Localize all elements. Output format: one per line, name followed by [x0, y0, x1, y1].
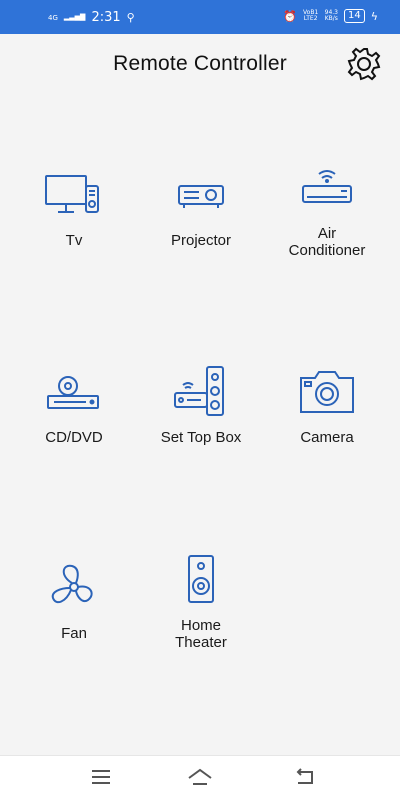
device-tile-home-theater[interactable]: Home Theater [136, 552, 266, 672]
device-label: Tv [65, 232, 83, 249]
device-tile-fan[interactable]: Fan [9, 560, 139, 680]
device-tile-set-top-box[interactable]: Set Top Box [136, 364, 266, 484]
device-grid: Tv Projector Air Conditioner CD/DVD Set … [0, 0, 400, 760]
projector-icon [178, 185, 224, 208]
home-icon[interactable] [187, 766, 213, 788]
back-icon[interactable] [292, 766, 318, 788]
device-tile-air-conditioner[interactable]: Air Conditioner [262, 162, 392, 282]
tv-icon [45, 175, 99, 213]
menu-icon[interactable] [88, 766, 114, 788]
air-conditioner-icon [302, 170, 352, 203]
device-tile-camera[interactable]: Camera [262, 364, 392, 484]
device-label: Camera [300, 429, 354, 446]
device-label: Set Top Box [160, 429, 242, 446]
cd-dvd-icon [47, 376, 99, 409]
fan-icon [51, 564, 93, 604]
device-label: CD/DVD [45, 429, 103, 446]
device-label: Fan [61, 625, 87, 642]
system-nav-bar [0, 755, 400, 800]
device-label: Projector [170, 232, 232, 249]
camera-icon [300, 371, 354, 413]
device-tile-tv[interactable]: Tv [9, 168, 139, 288]
device-label: Home Theater [175, 617, 227, 651]
device-label: Air Conditioner [288, 225, 366, 259]
device-tile-projector[interactable]: Projector [136, 168, 266, 288]
set-top-box-icon [174, 366, 224, 416]
home-theater-icon [188, 555, 214, 603]
device-tile-cd-dvd[interactable]: CD/DVD [9, 364, 139, 484]
